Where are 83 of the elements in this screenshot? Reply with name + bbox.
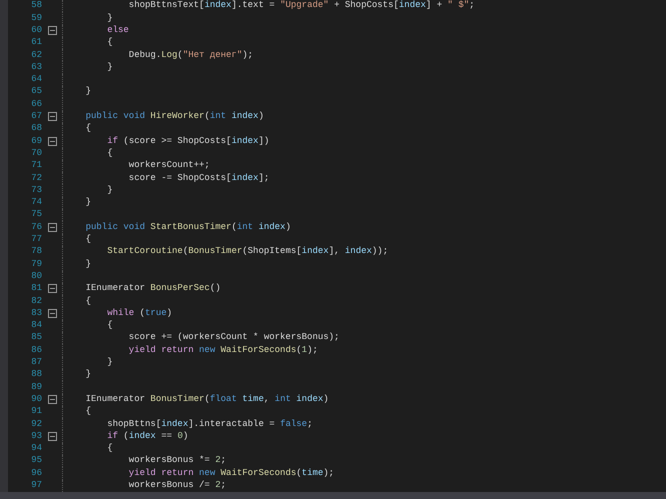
- code-line: if (index == 0): [106, 430, 188, 443]
- code-line: workersBonus /= 2;: [128, 478, 226, 492]
- line-number: 74: [30, 196, 42, 210]
- line-number: 83: [30, 306, 42, 320]
- code-line: }: [84, 368, 92, 382]
- line-number: 69: [30, 134, 42, 148]
- code-line: yield return new WaitForSeconds(time);: [128, 466, 334, 480]
- code-line: }: [106, 60, 113, 74]
- code-line: workersBonus *= 2;: [128, 454, 226, 468]
- line-number: 78: [30, 245, 42, 258]
- code-line: public void StartBonusTimer(int index): [84, 220, 291, 234]
- code-line: }: [106, 184, 113, 197]
- line-number: 84: [30, 319, 42, 332]
- code-line: shopBttns[index].interactable = false;: [106, 418, 312, 430]
- collapse-icon[interactable]: [48, 309, 56, 318]
- line-number: 75: [30, 208, 42, 222]
- code-line: StartCoroutine(BonusTimer(ShopItems[index], index));: [106, 245, 388, 258]
- code-line: {: [84, 405, 92, 418]
- code-line: }: [84, 85, 92, 98]
- line-number: 96: [30, 466, 42, 480]
- code-line: }: [84, 196, 92, 210]
- line-number: 86: [30, 344, 42, 357]
- line-number: 72: [30, 172, 42, 185]
- line-number: 88: [30, 368, 42, 382]
- code-line: workersCount++;: [128, 159, 210, 172]
- line-number: 82: [30, 294, 42, 308]
- code-line: if (score >= ShopCosts[index]): [106, 134, 270, 148]
- line-number: 95: [30, 454, 42, 468]
- line-number: 62: [30, 48, 42, 62]
- line-number: 60: [30, 24, 42, 37]
- collapse-icon[interactable]: [48, 395, 56, 404]
- line-number: 80: [30, 270, 42, 283]
- line-number: 89: [30, 380, 42, 394]
- line-number: 97: [30, 478, 42, 492]
- line-number: 93: [30, 430, 42, 443]
- line-number: 87: [30, 356, 42, 370]
- code-line: yield return new WaitForSeconds(1);: [128, 344, 318, 357]
- code-line: {: [84, 122, 92, 136]
- code-line: }: [106, 12, 113, 25]
- code-line: {: [106, 146, 113, 160]
- code-line: IEnumerator BonusTimer(float time, int index): [84, 392, 329, 406]
- code-line: {: [106, 319, 113, 332]
- code-line: Debug.Log("Нет денег");: [128, 48, 254, 62]
- line-number: 90: [30, 392, 42, 406]
- code-line: {: [106, 442, 113, 456]
- line-number: 70: [30, 146, 42, 160]
- collapse-icon[interactable]: [48, 432, 56, 442]
- code-line: {: [106, 36, 113, 50]
- code-line: }: [84, 258, 92, 271]
- line-number: 63: [30, 60, 42, 74]
- collapse-icon[interactable]: [48, 26, 56, 36]
- line-number: 71: [30, 159, 42, 172]
- line-number: 61: [30, 36, 42, 50]
- line-number: 68: [30, 122, 42, 136]
- code-line: {: [84, 233, 92, 246]
- collapse-icon[interactable]: [48, 136, 56, 146]
- code-line: else: [106, 24, 129, 37]
- line-number: 85: [30, 331, 42, 344]
- collapse-icon[interactable]: [48, 284, 56, 294]
- line-number: 64: [30, 73, 42, 86]
- line-number: 77: [30, 233, 42, 246]
- code-line: shopBttnsText[index].text = "Upgrade" + ShopCosts[index] + " $";: [128, 0, 475, 12]
- line-number: 91: [30, 405, 42, 418]
- code-line: {: [84, 294, 92, 308]
- collapse-icon[interactable]: [48, 112, 56, 122]
- line-number: 59: [30, 12, 42, 25]
- line-number: 94: [30, 442, 42, 456]
- collapse-icon[interactable]: [48, 222, 56, 232]
- line-number: 92: [30, 418, 42, 430]
- line-number: 58: [30, 0, 42, 12]
- line-number: 66: [30, 98, 42, 111]
- code-line: public void HireWorker(int index): [84, 110, 264, 124]
- line-number: 81: [30, 282, 42, 296]
- code-line: score -= ShopCosts[index];: [128, 172, 270, 185]
- code-line: }: [106, 356, 113, 370]
- line-number: 76: [30, 220, 42, 234]
- code-line: IEnumerator BonusPerSec(): [84, 282, 221, 296]
- code-line: score += (workersCount * workersBonus);: [128, 331, 340, 344]
- code-line: while (true): [106, 306, 172, 320]
- line-number: 79: [30, 258, 42, 271]
- line-number: 73: [30, 184, 42, 197]
- line-number: 65: [30, 85, 42, 98]
- line-number: 67: [30, 110, 42, 124]
